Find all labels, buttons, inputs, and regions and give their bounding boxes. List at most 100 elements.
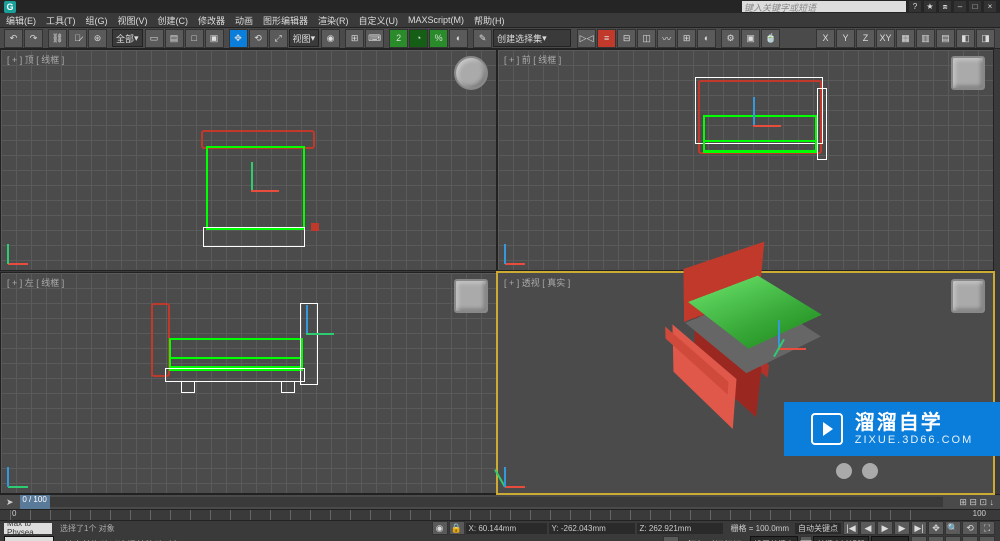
goto-start-button[interactable]: |◀ (843, 521, 859, 535)
viewnav-max-button[interactable]: ⛶ (979, 521, 995, 535)
time-config-icon[interactable]: ⊞ ⊟ ⊡ ↓ (959, 497, 994, 508)
menu-help[interactable]: 帮助(H) (474, 14, 505, 27)
menu-views[interactable]: 视图(V) (118, 14, 148, 27)
time-slider-head[interactable]: 0 / 100 (20, 495, 50, 509)
maxto-box[interactable]: Max to Physea (4, 523, 52, 534)
lock-icon[interactable]: 🔒 (449, 521, 465, 535)
viewnav-pan-button[interactable]: ✥ (928, 521, 944, 535)
keyboard-button[interactable]: ⌨ (365, 29, 384, 48)
track-bar[interactable]: 0 100 (0, 509, 1000, 520)
menu-maxscript[interactable]: MAXScript(M) (408, 15, 464, 25)
graphite-button[interactable]: ◫ (637, 29, 656, 48)
current-frame-input[interactable]: 0 (871, 536, 909, 541)
select-name-button[interactable]: ▤ (165, 29, 184, 48)
star-icon[interactable]: ★ (924, 1, 936, 12)
named-sel-edit-button[interactable]: ✎ (473, 29, 492, 48)
unlink-button[interactable]: ⛓̷ (68, 29, 87, 48)
viewport-front-label[interactable]: [ + ] 前 [ 线框 ] (504, 53, 561, 66)
schematic-button[interactable]: ⊞ (677, 29, 696, 48)
help-icon[interactable]: ? (909, 1, 921, 12)
maximize-button[interactable]: □ (969, 1, 981, 12)
sofa-object-left[interactable] (151, 303, 170, 377)
select-scale-button[interactable]: ⤢ (269, 29, 288, 48)
menu-group[interactable]: 组(G) (86, 14, 108, 27)
next-frame-button[interactable]: ▶ (894, 521, 910, 535)
material-editor-button[interactable]: ◐ (697, 29, 716, 48)
render-frame-button[interactable]: ▣ (741, 29, 760, 48)
viewport-perspective[interactable]: [ + ] 透视 [ 真实 ] (497, 272, 994, 494)
menu-create[interactable]: 创建(C) (158, 14, 189, 27)
viewnav-icon3[interactable]: ◰ (962, 536, 978, 541)
key-mode-icon[interactable]: ⌨ (800, 536, 812, 541)
viewnav-zoom-button[interactable]: 🔍 (945, 521, 961, 535)
render-button[interactable]: 🍵 (761, 29, 780, 48)
time-slider-icon[interactable]: ➤ (6, 497, 14, 508)
viewcube-persp[interactable] (951, 279, 985, 313)
play-button[interactable]: ▶ (877, 521, 893, 535)
ref-coord-dropdown[interactable]: 视图 ▾ (289, 29, 320, 47)
viewnav-icon1[interactable]: ⊞ (928, 536, 944, 541)
selection-filter-dropdown[interactable]: 全部 ▾ (112, 29, 143, 47)
app-logo-icon[interactable]: G (4, 1, 16, 13)
goto-end-button[interactable]: ▶| (911, 521, 927, 535)
extra2-button[interactable]: ▤ (936, 29, 955, 48)
viewport-front[interactable]: [ + ] 前 [ 线框 ] (497, 49, 994, 271)
mirror-button[interactable]: ▷◁ (577, 29, 596, 48)
viewcube-front[interactable] (951, 56, 985, 90)
viewport-left-label[interactable]: [ + ] 左 [ 线框 ] (7, 276, 64, 289)
manipulate-button[interactable]: ⊞ (345, 29, 364, 48)
viewport-top[interactable]: [ + ] 顶 [ 线框 ] (0, 49, 497, 271)
xy-constraint-button[interactable]: XY (876, 29, 895, 48)
addtime-label[interactable]: 添加时间标记 (688, 538, 742, 541)
y-constraint-button[interactable]: Y (836, 29, 855, 48)
coord-x[interactable]: X: 60.144mm (466, 523, 547, 534)
viewcube-top[interactable] (454, 56, 488, 90)
search-input[interactable]: 键入关键字或短语 (742, 1, 906, 12)
snap-spinner-button[interactable]: ◐ (449, 29, 468, 48)
time-slider-track[interactable]: 0 / 100 (20, 497, 944, 507)
curve-editor-button[interactable]: 〰 (657, 29, 676, 48)
layer-button[interactable]: ⊟ (617, 29, 636, 48)
prev-frame-button[interactable]: ◀ (860, 521, 876, 535)
time-config-button[interactable]: ⊡ (911, 536, 927, 541)
select-rect-button[interactable]: □ (185, 29, 204, 48)
link-button[interactable]: ⛓ (48, 29, 67, 48)
snap-2d-button[interactable]: 2 (389, 29, 408, 48)
notify-icon[interactable]: ⧈ (939, 1, 951, 12)
render-setup-button[interactable]: ⚙ (721, 29, 740, 48)
viewnav-orbit-button[interactable]: ⟲ (962, 521, 978, 535)
undo-button[interactable]: ↶ (4, 29, 23, 48)
menu-modifiers[interactable]: 修改器 (198, 14, 225, 27)
isolate-icon[interactable]: ◉ (432, 521, 448, 535)
menu-tools[interactable]: 工具(T) (46, 14, 76, 27)
bind-button[interactable]: ⊛ (88, 29, 107, 48)
select-move-button[interactable]: ✥ (229, 29, 248, 48)
viewnav-icon4[interactable]: ◱ (979, 536, 995, 541)
viewcube-left[interactable] (454, 279, 488, 313)
grid-button[interactable]: ▦ (896, 29, 915, 48)
redo-button[interactable]: ↷ (24, 29, 43, 48)
pivot-button[interactable]: ◉ (321, 29, 340, 48)
align-button[interactable]: ≡ (597, 29, 616, 48)
select-rotate-button[interactable]: ⟲ (249, 29, 268, 48)
keyfilter-button[interactable]: 关键点过滤器 (813, 536, 869, 541)
menu-edit[interactable]: 编辑(E) (6, 14, 36, 27)
extra1-button[interactable]: ▥ (916, 29, 935, 48)
sofa-object-top[interactable] (201, 130, 315, 247)
snap-percent-button[interactable]: % (429, 29, 448, 48)
viewport-left[interactable]: [ + ] 左 [ 线框 ] (0, 272, 497, 494)
extra4-button[interactable]: ◨ (976, 29, 995, 48)
sofa-object-front[interactable] (698, 80, 822, 154)
minimize-button[interactable]: – (954, 1, 966, 12)
close-button[interactable]: × (984, 1, 996, 12)
viewport-persp-label[interactable]: [ + ] 透视 [ 真实 ] (504, 276, 570, 289)
view-feet-icon[interactable] (836, 463, 878, 479)
time-slider[interactable]: ➤ 0 / 100 ⊞ ⊟ ⊡ ↓ (0, 494, 1000, 509)
viewnav-icon2[interactable]: ⊟ (945, 536, 961, 541)
z-constraint-button[interactable]: Z (856, 29, 875, 48)
coord-z[interactable]: Z: 262.921mm (637, 523, 723, 534)
named-sel-dropdown[interactable]: 创建选择集 ▾ (493, 29, 571, 47)
autokey-button[interactable]: 自动关键点 (795, 523, 841, 534)
menu-grapheditor[interactable]: 图形编辑器 (263, 14, 308, 27)
viewport-top-label[interactable]: [ + ] 顶 [ 线框 ] (7, 53, 64, 66)
